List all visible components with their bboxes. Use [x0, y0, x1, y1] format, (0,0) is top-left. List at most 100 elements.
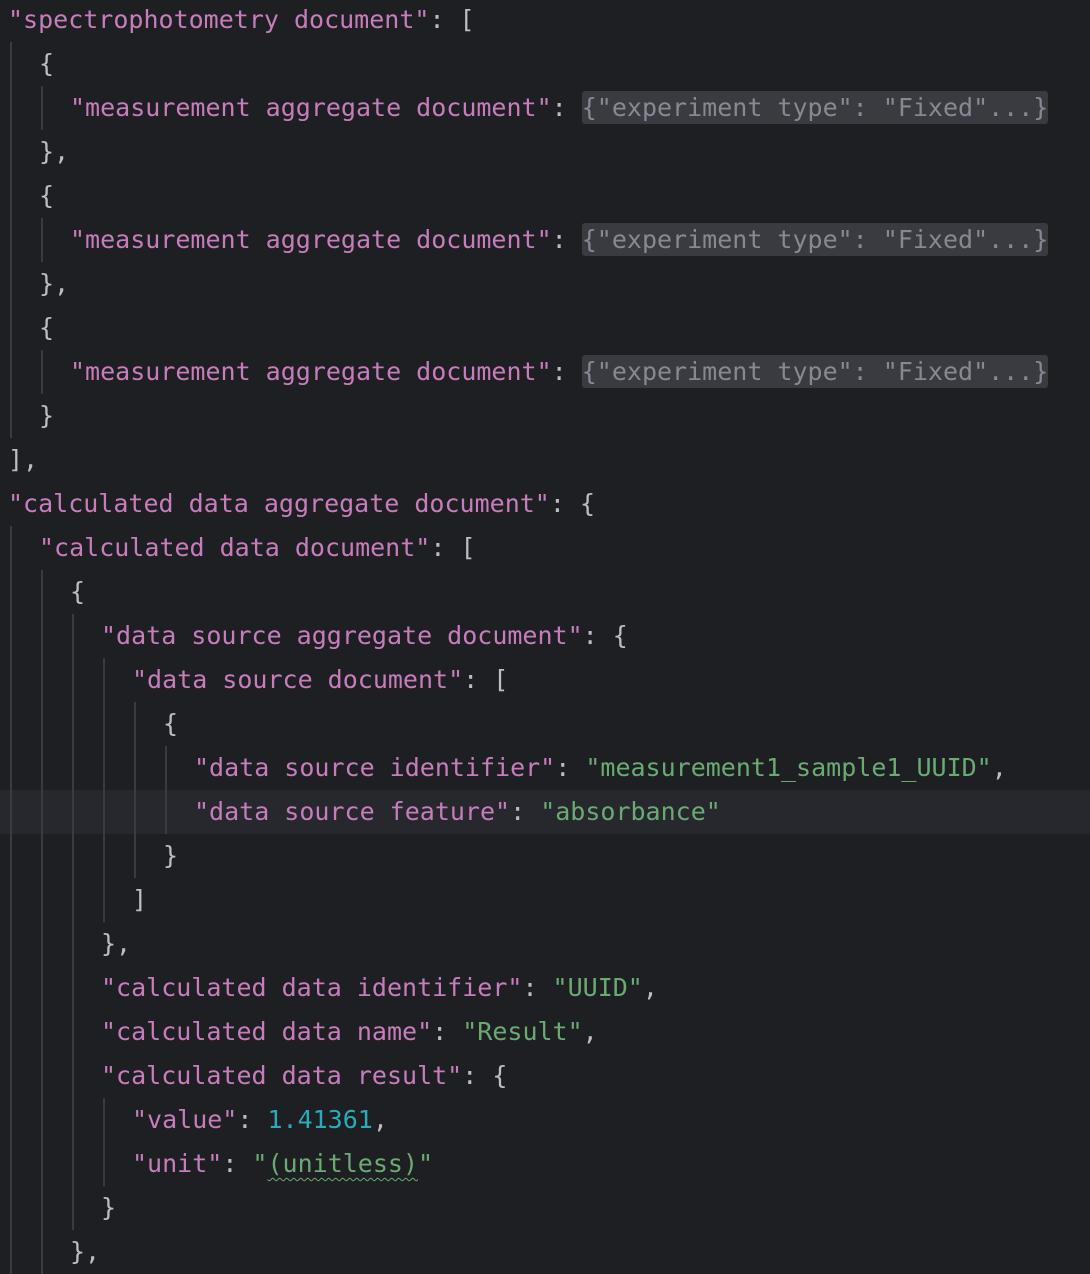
indent-guide — [72, 834, 74, 878]
code-line[interactable]: "value": 1.41361, — [0, 1098, 1090, 1142]
indent-guide — [72, 1186, 74, 1230]
indent-guide — [10, 1186, 12, 1230]
code-line[interactable]: { — [0, 42, 1090, 86]
code-line[interactable]: { — [0, 570, 1090, 614]
code-line[interactable]: } — [0, 834, 1090, 878]
json-key: "calculated data aggregate document" — [8, 489, 550, 518]
json-key: "measurement aggregate document" — [70, 225, 552, 254]
code-line[interactable]: }, — [0, 922, 1090, 966]
indent-guide — [10, 394, 12, 438]
indent-guide — [72, 1098, 74, 1142]
json-punctuation: }, — [70, 1237, 101, 1266]
code-text: "measurement aggregate document": {"expe… — [70, 86, 1049, 130]
code-line[interactable]: "calculated data identifier": "UUID", — [0, 966, 1090, 1010]
code-line[interactable]: "calculated data name": "Result", — [0, 1010, 1090, 1054]
code-line[interactable]: "data source aggregate document": { — [0, 614, 1090, 658]
folded-region[interactable]: {"experiment type": "Fixed"...} — [581, 355, 1049, 388]
json-string: "measurement1_sample1_UUID" — [585, 753, 992, 782]
indent-guide — [10, 614, 12, 658]
indent-guide — [10, 922, 12, 966]
indent-guide — [41, 86, 43, 130]
indent-guide — [10, 834, 12, 878]
json-string: " — [418, 1149, 434, 1178]
json-punctuation: : — [551, 357, 582, 386]
indent-guide — [10, 130, 12, 174]
indent-guide — [41, 922, 43, 966]
indent-guide — [165, 746, 167, 790]
folded-region[interactable]: {"experiment type": "Fixed"...} — [581, 91, 1049, 124]
indent-guide — [10, 966, 12, 1010]
indent-guide — [10, 218, 12, 262]
indent-guide — [134, 790, 136, 834]
json-punctuation: : — [555, 753, 586, 782]
indent-guide — [10, 1054, 12, 1098]
indent-guide — [10, 746, 12, 790]
json-key: "value" — [132, 1105, 238, 1134]
code-line[interactable]: "data source identifier": "measurement1_… — [0, 746, 1090, 790]
code-line[interactable]: "measurement aggregate document": {"expe… — [0, 350, 1090, 394]
current-code-line[interactable]: "data source feature": "absorbance" — [0, 790, 1090, 834]
json-punctuation: : — [551, 93, 582, 122]
indent-guide — [72, 878, 74, 922]
json-string: "absorbance" — [540, 797, 721, 826]
code-line[interactable]: ] — [0, 878, 1090, 922]
code-editor[interactable]: "spectrophotometry document": [{"measure… — [0, 0, 1090, 1274]
json-key: "unit" — [132, 1149, 223, 1178]
code-line[interactable]: { — [0, 702, 1090, 746]
code-line[interactable]: "measurement aggregate document": {"expe… — [0, 218, 1090, 262]
json-punctuation: : — [551, 225, 582, 254]
json-punctuation: : [ — [430, 533, 476, 562]
code-text: { — [163, 702, 178, 746]
code-line[interactable]: "unit": "(unitless)" — [0, 1142, 1090, 1186]
code-line[interactable]: "spectrophotometry document": [ — [0, 0, 1090, 42]
indent-guide — [103, 746, 105, 790]
indent-guide — [10, 1010, 12, 1054]
code-text: "unit": "(unitless)" — [132, 1142, 433, 1186]
json-punctuation: : — [522, 973, 553, 1002]
code-text: "measurement aggregate document": {"expe… — [70, 350, 1049, 394]
json-punctuation: : — [510, 797, 541, 826]
code-text: "measurement aggregate document": {"expe… — [70, 218, 1049, 262]
indent-guide — [41, 614, 43, 658]
folded-region[interactable]: {"experiment type": "Fixed"...} — [581, 223, 1049, 256]
code-line[interactable]: { — [0, 174, 1090, 218]
indent-guide — [134, 702, 136, 746]
indent-guide — [72, 614, 74, 658]
json-punctuation: ], — [8, 445, 39, 474]
code-line[interactable]: }, — [0, 130, 1090, 174]
code-line[interactable]: "measurement aggregate document": {"expe… — [0, 86, 1090, 130]
json-punctuation: : { — [549, 489, 596, 518]
indent-guide — [103, 878, 105, 922]
json-punctuation: : — [432, 1017, 463, 1046]
json-punctuation: }, — [101, 929, 132, 958]
indent-guide — [41, 658, 43, 702]
indent-guide — [10, 86, 12, 130]
code-line[interactable]: "data source document": [ — [0, 658, 1090, 702]
indent-guide — [134, 746, 136, 790]
code-text: ] — [132, 878, 147, 922]
code-text: "calculated data result": { — [101, 1054, 507, 1098]
indent-guide — [72, 1142, 74, 1186]
code-line[interactable]: "calculated data result": { — [0, 1054, 1090, 1098]
indent-guide — [41, 1186, 43, 1230]
indent-guide — [103, 790, 105, 834]
indent-guide — [72, 746, 74, 790]
json-punctuation: : [ — [429, 5, 475, 34]
indent-guide — [41, 1230, 43, 1274]
code-line[interactable]: ], — [0, 438, 1090, 482]
code-line[interactable]: { — [0, 306, 1090, 350]
code-line[interactable]: } — [0, 394, 1090, 438]
indent-guide — [10, 702, 12, 746]
json-key: "calculated data identifier" — [101, 973, 523, 1002]
code-line[interactable]: "calculated data aggregate document": { — [0, 482, 1090, 526]
code-line[interactable]: }, — [0, 1230, 1090, 1274]
indent-guide — [41, 790, 43, 834]
code-line[interactable]: "calculated data document": [ — [0, 526, 1090, 570]
json-key: "calculated data name" — [101, 1017, 433, 1046]
json-punctuation: : { — [582, 621, 628, 650]
json-punctuation: , — [642, 973, 658, 1002]
code-line[interactable]: } — [0, 1186, 1090, 1230]
json-punctuation: } — [163, 841, 179, 870]
indent-guide — [103, 834, 105, 878]
code-line[interactable]: }, — [0, 262, 1090, 306]
